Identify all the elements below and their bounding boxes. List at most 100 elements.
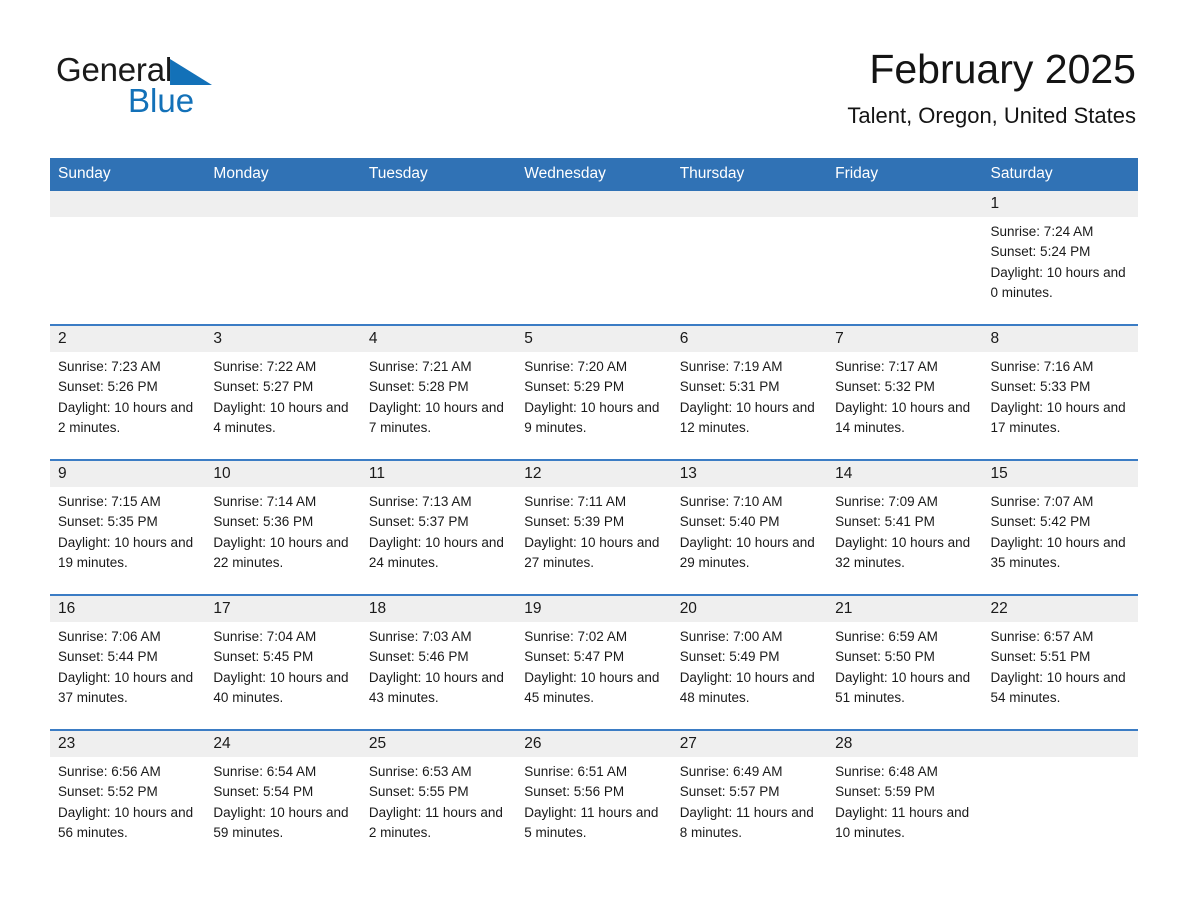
day-cell[interactable]: 2 Sunrise: 7:23 AM Sunset: 5:26 PM Daylight… — [50, 324, 206, 460]
day-number: 7 — [827, 326, 983, 352]
day-cell[interactable]: 11 Sunrise: 7:13 AM Sunset: 5:37 PM Dayligh… — [360, 459, 517, 595]
page-title: February 2025 — [869, 46, 1136, 92]
day-cell[interactable] — [205, 191, 361, 325]
sunset-text: Sunset: 5:49 PM — [679, 649, 780, 665]
daylight-text: Daylight: 11 hours and 5 minutes. — [524, 804, 659, 840]
day-cell[interactable]: 28 Sunrise: 6:48 AM Sunset: 5:59 PM Dayligh… — [827, 729, 983, 864]
day-number: 13 — [671, 461, 828, 487]
triangle-flag-icon — [170, 59, 213, 85]
brand-logo-top-row: General — [56, 52, 316, 88]
day-cell[interactable]: 15 Sunrise: 7:07 AM Sunset: 5:42 PM Dayligh… — [982, 459, 1138, 595]
day-number — [205, 191, 361, 217]
title-block: February 2025 Talent, Oregon, United Sta… — [496, 44, 1136, 132]
day-cell[interactable]: 4 Sunrise: 7:21 AM Sunset: 5:28 PM Daylight… — [360, 324, 517, 460]
day-number — [360, 191, 517, 217]
daylight-text: Daylight: 11 hours and 8 minutes. — [679, 804, 814, 840]
daylight-text: Daylight: 11 hours and 2 minutes. — [368, 804, 503, 840]
day-number — [671, 191, 828, 217]
day-number — [827, 191, 983, 217]
day-number: 10 — [205, 461, 361, 487]
daylight-text: Daylight: 10 hours and 48 minutes. — [679, 669, 815, 705]
day-number: 1 — [982, 191, 1138, 217]
day-cell[interactable] — [982, 729, 1138, 864]
sunrise-text: Sunrise: 7:24 AM — [990, 224, 1094, 239]
day-cell[interactable]: 27 Sunrise: 6:49 AM Sunset: 5:57 PM Dayligh… — [671, 729, 828, 864]
day-number: 25 — [360, 731, 517, 757]
day-cell[interactable] — [360, 191, 517, 325]
sunrise-text: Sunrise: 7:17 AM — [835, 359, 938, 374]
day-number: 15 — [982, 461, 1138, 487]
day-cell[interactable]: 26 Sunrise: 6:51 AM Sunset: 5:56 PM Dayligh… — [516, 729, 672, 864]
day-cell[interactable] — [50, 191, 206, 325]
sunset-text: Sunset: 5:29 PM — [524, 379, 625, 395]
day-cell[interactable] — [827, 191, 983, 325]
day-cell[interactable]: 6 Sunrise: 7:19 AM Sunset: 5:31 PM Daylight… — [671, 324, 828, 460]
day-number: 16 — [50, 596, 206, 622]
daylight-text: Daylight: 10 hours and 9 minutes. — [524, 399, 660, 435]
day-cell[interactable]: 14 Sunrise: 7:09 AM Sunset: 5:41 PM Dayligh… — [827, 459, 983, 595]
weekday-header-thursday: Thursday — [671, 158, 828, 191]
day-cell[interactable]: 24 Sunrise: 6:54 AM Sunset: 5:54 PM Dayligh… — [205, 729, 361, 864]
calendar-week-row: 16 Sunrise: 7:06 AM Sunset: 5:44 PM Dayligh… — [50, 594, 1138, 730]
sunrise-text: Sunrise: 7:15 AM — [58, 494, 161, 509]
day-cell[interactable]: 8 Sunrise: 7:16 AM Sunset: 5:33 PM Daylight… — [982, 324, 1138, 460]
day-cell[interactable]: 9 Sunrise: 7:15 AM Sunset: 5:35 PM Daylight… — [50, 459, 206, 595]
sunrise-text: Sunrise: 7:06 AM — [58, 629, 161, 644]
day-number: 22 — [982, 596, 1138, 622]
daylight-text: Daylight: 10 hours and 24 minutes. — [368, 534, 504, 570]
sunrise-text: Sunrise: 7:09 AM — [835, 494, 938, 509]
day-cell[interactable]: 5 Sunrise: 7:20 AM Sunset: 5:29 PM Daylight… — [516, 324, 672, 460]
daylight-text: Daylight: 10 hours and 40 minutes. — [213, 669, 349, 705]
day-cell[interactable]: 25 Sunrise: 6:53 AM Sunset: 5:55 PM Dayligh… — [360, 729, 517, 864]
day-cell[interactable]: 23 Sunrise: 6:56 AM Sunset: 5:52 PM Dayligh… — [50, 729, 206, 864]
sunrise-text: Sunrise: 7:02 AM — [524, 629, 628, 644]
day-cell[interactable]: 16 Sunrise: 7:06 AM Sunset: 5:44 PM Dayligh… — [50, 594, 206, 730]
sunrise-text: Sunrise: 6:48 AM — [835, 764, 938, 779]
daylight-text: Daylight: 10 hours and 22 minutes. — [213, 534, 349, 570]
day-cell[interactable]: 12 Sunrise: 7:11 AM Sunset: 5:39 PM Dayligh… — [516, 459, 672, 595]
day-cell[interactable] — [671, 191, 828, 325]
day-cell[interactable]: 17 Sunrise: 7:04 AM Sunset: 5:45 PM Dayligh… — [205, 594, 361, 730]
daylight-text: Daylight: 10 hours and 19 minutes. — [58, 534, 194, 570]
day-number: 14 — [827, 461, 983, 487]
day-cell[interactable]: 18 Sunrise: 7:03 AM Sunset: 5:46 PM Dayligh… — [360, 594, 517, 730]
sunset-text: Sunset: 5:45 PM — [213, 649, 314, 665]
day-number: 6 — [671, 326, 828, 352]
sunrise-text: Sunrise: 6:49 AM — [679, 764, 783, 779]
sunset-text: Sunset: 5:50 PM — [835, 649, 935, 665]
day-cell[interactable]: 13 Sunrise: 7:10 AM Sunset: 5:40 PM Dayligh… — [671, 459, 828, 595]
daylight-text: Daylight: 10 hours and 27 minutes. — [524, 534, 660, 570]
sunrise-text: Sunrise: 7:13 AM — [368, 494, 472, 509]
sunrise-text: Sunrise: 6:59 AM — [835, 629, 938, 644]
sunrise-text: Sunrise: 7:14 AM — [213, 494, 317, 509]
day-cell[interactable]: 7 Sunrise: 7:17 AM Sunset: 5:32 PM Daylight… — [827, 324, 983, 460]
location-subtitle: Talent, Oregon, United States — [847, 103, 1136, 128]
day-cell[interactable]: 10 Sunrise: 7:14 AM Sunset: 5:36 PM Dayligh… — [205, 459, 361, 595]
sunrise-text: Sunrise: 7:11 AM — [524, 494, 627, 509]
brand-logo[interactable]: General Blue — [56, 52, 316, 122]
sunset-text: Sunset: 5:32 PM — [835, 379, 935, 395]
calendar-week-row: 23 Sunrise: 6:56 AM Sunset: 5:52 PM Dayligh… — [50, 729, 1138, 864]
day-number: 21 — [827, 596, 983, 622]
daylight-text: Daylight: 10 hours and 43 minutes. — [368, 669, 504, 705]
sunset-text: Sunset: 5:46 PM — [368, 649, 469, 665]
day-number: 9 — [50, 461, 206, 487]
brand-name-general: General — [56, 51, 173, 88]
sunset-text: Sunset: 5:54 PM — [213, 784, 314, 800]
weekday-header-wednesday: Wednesday — [516, 158, 672, 191]
day-cell[interactable]: 21 Sunrise: 6:59 AM Sunset: 5:50 PM Dayligh… — [827, 594, 983, 730]
sunrise-text: Sunrise: 6:56 AM — [58, 764, 161, 779]
day-cell[interactable] — [516, 191, 672, 325]
weekday-header-monday: Monday — [205, 158, 361, 191]
day-cell[interactable]: 1 Sunrise: 7:24 AM Sunset: 5:24 PM Daylight… — [982, 191, 1138, 325]
day-number — [516, 191, 672, 217]
day-cell[interactable]: 19 Sunrise: 7:02 AM Sunset: 5:47 PM Dayligh… — [516, 594, 672, 730]
day-cell[interactable]: 22 Sunrise: 6:57 AM Sunset: 5:51 PM Dayligh… — [982, 594, 1138, 730]
daylight-text: Daylight: 10 hours and 32 minutes. — [835, 534, 971, 570]
calendar-week-row: 1 Sunrise: 7:24 AM Sunset: 5:24 PM Daylight… — [50, 191, 1138, 325]
calendar-header-row: Sunday Monday Tuesday Wednesday Thursday… — [50, 158, 1138, 191]
day-cell[interactable]: 3 Sunrise: 7:22 AM Sunset: 5:27 PM Daylight… — [205, 324, 361, 460]
day-cell[interactable]: 20 Sunrise: 7:00 AM Sunset: 5:49 PM Dayligh… — [671, 594, 828, 730]
sunset-text: Sunset: 5:51 PM — [990, 649, 1091, 665]
sunset-text: Sunset: 5:28 PM — [368, 379, 469, 395]
